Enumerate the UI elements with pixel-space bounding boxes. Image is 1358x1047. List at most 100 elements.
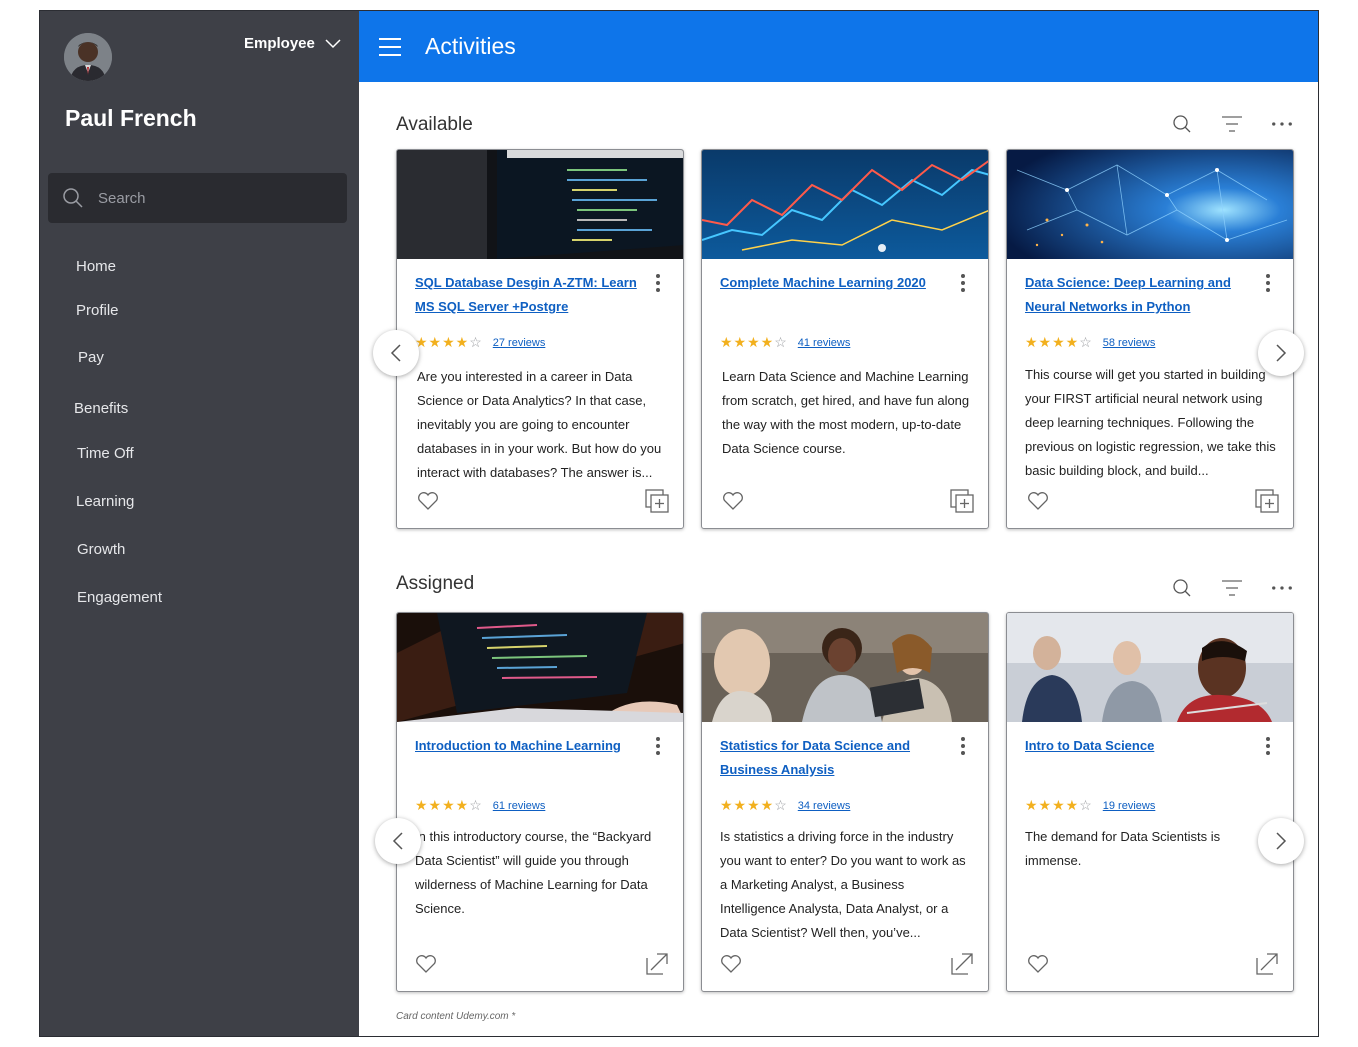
sidebar: Employee Paul French Search Home Profile… <box>40 11 359 1036</box>
course-card[interactable]: Statistics for Data Science and Business… <box>701 612 989 992</box>
sidebar-item-benefits[interactable]: Benefits <box>74 400 128 417</box>
course-description: In this introductory course, the “Backya… <box>415 829 652 916</box>
chevron-down-icon <box>325 38 341 48</box>
course-title-link[interactable]: SQL Database Desgin A-ZTM: Learn MS SQL … <box>415 271 637 319</box>
course-description: Is statistics a driving force in the ind… <box>720 829 966 940</box>
reviews-link[interactable]: 19 reviews <box>1103 800 1156 812</box>
chevron-left-icon <box>390 344 401 362</box>
star-rating: ★★★★☆ <box>415 334 483 350</box>
rating: ★★★★☆ 58 reviews <box>1025 334 1155 351</box>
top-bar: Activities <box>359 11 1318 82</box>
course-description: Learn Data Science and Machine Learning … <box>722 369 970 456</box>
heart-icon[interactable] <box>415 954 437 979</box>
course-card[interactable]: SQL Database Desgin A-ZTM: Learn MS SQL … <box>396 149 684 529</box>
course-image <box>1007 613 1293 722</box>
sidebar-item-pay[interactable]: Pay <box>78 349 104 366</box>
rating: ★★★★☆ 34 reviews <box>720 797 850 814</box>
rating: ★★★★☆ 19 reviews <box>1025 797 1155 814</box>
course-image <box>1007 150 1293 259</box>
heart-icon[interactable] <box>722 491 744 516</box>
add-to-list-icon[interactable] <box>645 489 669 518</box>
heart-icon[interactable] <box>1027 954 1049 979</box>
filter-icon[interactable] <box>1221 113 1243 135</box>
star-rating: ★★★★☆ <box>1025 334 1093 350</box>
course-card[interactable]: Complete Machine Learning 2020 ★★★★☆ 41 … <box>701 149 989 529</box>
hamburger-icon[interactable] <box>379 38 401 56</box>
more-icon[interactable] <box>1271 113 1293 135</box>
course-card[interactable]: Intro to Data Science ★★★★☆ 19 reviews T… <box>1006 612 1294 992</box>
external-link-icon[interactable] <box>1255 952 1279 981</box>
sidebar-item-time-off[interactable]: Time Off <box>77 445 134 462</box>
available-toolbar <box>1171 113 1293 135</box>
course-description: This course will get you started in buil… <box>1025 367 1276 478</box>
carousel-prev-button[interactable] <box>373 330 419 376</box>
course-image <box>702 613 988 722</box>
search-icon <box>63 188 83 208</box>
card-menu-icon[interactable] <box>960 737 966 757</box>
section-title-available: Available <box>396 114 473 135</box>
avatar[interactable] <box>64 33 112 81</box>
course-title-link[interactable]: Intro to Data Science <box>1025 734 1247 758</box>
role-dropdown[interactable]: Employee <box>244 35 341 52</box>
app-frame: Employee Paul French Search Home Profile… <box>39 10 1319 1037</box>
carousel-next-button[interactable] <box>1258 330 1304 376</box>
course-image <box>397 150 683 259</box>
card-menu-icon[interactable] <box>655 737 661 757</box>
star-rating: ★★★★☆ <box>720 334 788 350</box>
sidebar-item-engagement[interactable]: Engagement <box>77 589 162 606</box>
external-link-icon[interactable] <box>950 952 974 981</box>
search-placeholder: Search <box>98 189 146 207</box>
course-title-link[interactable]: Introduction to Machine Learning <box>415 734 637 758</box>
sidebar-item-home[interactable]: Home <box>76 258 116 275</box>
chevron-right-icon <box>1276 344 1287 362</box>
heart-icon[interactable] <box>1027 491 1049 516</box>
heart-icon[interactable] <box>417 491 439 516</box>
course-title-link[interactable]: Data Science: Deep Learning and Neural N… <box>1025 271 1247 319</box>
star-rating: ★★★★☆ <box>720 797 788 813</box>
card-menu-icon[interactable] <box>655 274 661 294</box>
reviews-link[interactable]: 61 reviews <box>493 800 546 812</box>
star-rating: ★★★★☆ <box>1025 797 1093 813</box>
reviews-link[interactable]: 27 reviews <box>493 337 546 349</box>
carousel-prev-button[interactable] <box>375 818 421 864</box>
rating: ★★★★☆ 27 reviews <box>415 334 545 351</box>
rating: ★★★★☆ 41 reviews <box>720 334 850 351</box>
card-menu-icon[interactable] <box>1265 737 1271 757</box>
course-card[interactable]: Introduction to Machine Learning ★★★★☆ 6… <box>396 612 684 992</box>
role-label: Employee <box>244 35 315 52</box>
course-image <box>702 150 988 259</box>
search-input[interactable]: Search <box>48 173 347 223</box>
rating: ★★★★☆ 61 reviews <box>415 797 545 814</box>
section-title-assigned: Assigned <box>396 573 475 594</box>
card-menu-icon[interactable] <box>1265 274 1271 294</box>
course-title-link[interactable]: Complete Machine Learning 2020 <box>720 271 942 295</box>
user-name: Paul French <box>65 105 197 131</box>
filter-icon[interactable] <box>1221 577 1243 599</box>
reviews-link[interactable]: 41 reviews <box>798 337 851 349</box>
star-rating: ★★★★☆ <box>415 797 483 813</box>
reviews-link[interactable]: 34 reviews <box>798 800 851 812</box>
carousel-next-button[interactable] <box>1258 818 1304 864</box>
reviews-link[interactable]: 58 reviews <box>1103 337 1156 349</box>
chevron-right-icon <box>1276 832 1287 850</box>
chevron-left-icon <box>392 832 403 850</box>
footnote: Card content Udemy.com * <box>396 1011 516 1022</box>
sidebar-item-learning[interactable]: Learning <box>76 493 134 510</box>
card-menu-icon[interactable] <box>960 274 966 294</box>
heart-icon[interactable] <box>720 954 742 979</box>
external-link-icon[interactable] <box>645 952 669 981</box>
page-title: Activities <box>425 33 516 59</box>
add-to-list-icon[interactable] <box>1255 489 1279 518</box>
course-card[interactable]: Data Science: Deep Learning and Neural N… <box>1006 149 1294 529</box>
search-icon[interactable] <box>1171 113 1193 135</box>
course-image <box>397 613 683 722</box>
search-icon[interactable] <box>1171 577 1193 599</box>
assigned-toolbar <box>1171 577 1293 599</box>
course-description: The demand for Data Scientists is immens… <box>1025 829 1221 868</box>
sidebar-item-profile[interactable]: Profile <box>76 302 119 319</box>
more-icon[interactable] <box>1271 577 1293 599</box>
add-to-list-icon[interactable] <box>950 489 974 518</box>
course-title-link[interactable]: Statistics for Data Science and Business… <box>720 734 942 782</box>
sidebar-item-growth[interactable]: Growth <box>77 541 125 558</box>
course-description: Are you interested in a career in Data S… <box>417 369 662 480</box>
